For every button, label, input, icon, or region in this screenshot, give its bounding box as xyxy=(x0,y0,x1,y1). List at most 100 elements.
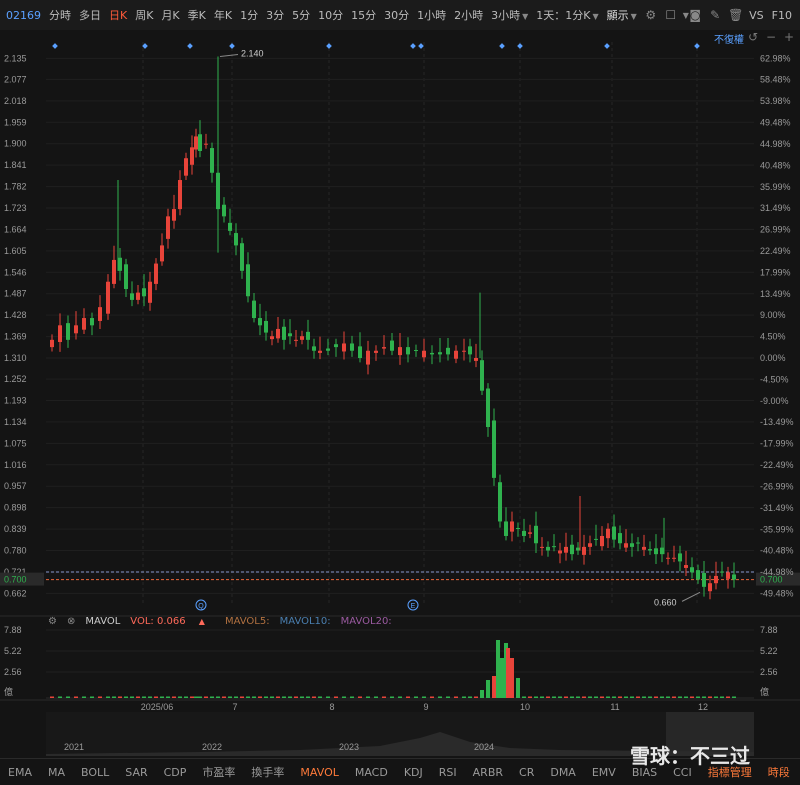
volume-bar xyxy=(462,696,466,698)
candle-body xyxy=(118,257,122,271)
tab-turnover[interactable]: 換手率 xyxy=(243,764,292,780)
tab-dma[interactable]: DMA xyxy=(542,766,584,779)
tab-macd[interactable]: MACD xyxy=(347,766,396,779)
display-dropdown[interactable]: 顯示 ▼ xyxy=(603,7,641,23)
symbol-code[interactable]: 02169 xyxy=(0,9,45,22)
period-tab-weekly[interactable]: 周K xyxy=(131,7,157,23)
price-tick-label: 0.839 xyxy=(4,524,27,534)
tab-ema[interactable]: EMA xyxy=(0,766,40,779)
period-tab-yearly[interactable]: 年K xyxy=(210,7,236,23)
settings-icon[interactable]: ⚙ xyxy=(48,616,57,627)
volume-bar xyxy=(112,696,116,698)
adjust-toggle[interactable]: 不復權 xyxy=(714,31,744,46)
period-tab-30min[interactable]: 30分 xyxy=(380,7,413,23)
close-icon[interactable]: ⊗ xyxy=(67,616,75,627)
volume-bar xyxy=(474,696,478,698)
tab-rsi[interactable]: RSI xyxy=(431,766,465,779)
volume-bar xyxy=(446,696,450,698)
chart-controls: ↺ − + xyxy=(748,30,794,44)
volume-bar xyxy=(612,696,616,698)
candle-body xyxy=(474,358,478,361)
candle-body xyxy=(326,348,330,351)
volume-bar xyxy=(228,696,232,698)
period-tab-15min[interactable]: 15分 xyxy=(347,7,380,23)
volume-tick-label: 5.22 xyxy=(4,646,22,656)
tab-cdp[interactable]: CDP xyxy=(156,766,195,779)
volume-bar xyxy=(438,696,442,698)
volume-bar xyxy=(246,696,250,698)
volume-title[interactable]: MAVOL xyxy=(85,616,120,627)
volume-bar xyxy=(496,640,500,698)
period-dropdown-label: 1天：1分K xyxy=(536,9,591,22)
period-tab-5min[interactable]: 5分 xyxy=(288,7,314,23)
trash-icon[interactable]: 🗑 xyxy=(728,8,743,22)
camera-icon[interactable]: ◙ xyxy=(688,8,702,22)
volume-bar xyxy=(74,696,78,698)
kline-chart[interactable]: 2.135 2.077 2.018 1.959 1.900 1.841 1.782 1.723… xyxy=(0,30,800,760)
plus-icon[interactable]: + xyxy=(784,30,794,44)
display-label: 顯示 xyxy=(606,9,629,22)
percent-tick-label: 35.99% xyxy=(760,182,791,192)
volume-bar xyxy=(422,696,426,698)
volume-bar xyxy=(714,696,718,698)
price-tick-label: 2.018 xyxy=(4,96,27,106)
volume-bar xyxy=(624,696,628,698)
volume-bar xyxy=(528,696,532,698)
current-price-label: 0.700 xyxy=(4,575,27,585)
minus-icon[interactable]: − xyxy=(766,30,776,44)
tab-cr[interactable]: CR xyxy=(511,766,542,779)
overview-year-label: 2024 xyxy=(474,742,494,752)
f10-button[interactable]: F10 xyxy=(768,9,796,22)
overview-year-label: 2021 xyxy=(64,742,84,752)
period-tab-3min[interactable]: 3分 xyxy=(262,7,288,23)
candle-body xyxy=(726,572,730,579)
candle-body xyxy=(264,320,268,333)
period-tab-2hour[interactable]: 2小時 xyxy=(450,7,487,23)
tab-emv[interactable]: EMV xyxy=(584,766,624,779)
candle-body xyxy=(258,318,262,326)
vs-button[interactable]: VS xyxy=(745,9,768,22)
period-tab-quarterly[interactable]: 季K xyxy=(184,7,210,23)
price-tick-label: 1.782 xyxy=(4,182,27,192)
candle-body xyxy=(510,521,514,532)
period-tab-1hour[interactable]: 1小時 xyxy=(413,7,450,23)
period-tab-1min[interactable]: 1分 xyxy=(236,7,262,23)
candle-body xyxy=(498,482,502,522)
period-tab-multiday[interactable]: 多日 xyxy=(75,7,105,23)
tab-session[interactable]: 時段 xyxy=(760,764,798,780)
period-tab-3hour[interactable]: 3小時 ▼ xyxy=(487,7,532,23)
price-tick-label: 1.016 xyxy=(4,460,27,470)
volume-bar xyxy=(642,696,646,698)
price-tick-label: 1.310 xyxy=(4,353,27,363)
tab-kdj[interactable]: KDJ xyxy=(396,766,431,779)
volume-bar xyxy=(454,696,458,698)
period-dropdown[interactable]: 1天：1分K ▼ xyxy=(532,7,602,23)
tab-ma[interactable]: MA xyxy=(40,766,73,779)
candle-body xyxy=(142,288,146,297)
period-tab-timeshare[interactable]: 分時 xyxy=(45,7,75,23)
tab-pe[interactable]: 市盈率 xyxy=(194,764,243,780)
tab-mavol[interactable]: MAVOL xyxy=(292,766,346,779)
percent-tick-label: 22.49% xyxy=(760,246,791,256)
pen-icon[interactable]: ✎ xyxy=(708,8,722,22)
checkbox-icon[interactable]: ☐ xyxy=(664,8,678,22)
settings-icon[interactable]: ⚙ xyxy=(644,8,658,22)
period-label-3hour: 3小時 xyxy=(491,9,521,22)
volume-bar xyxy=(522,696,526,698)
volume-bar xyxy=(618,696,622,698)
tab-boll[interactable]: BOLL xyxy=(73,766,117,779)
candle-body xyxy=(58,325,62,343)
tab-sar[interactable]: SAR xyxy=(117,766,155,779)
candle-body xyxy=(184,158,188,176)
volume-bar xyxy=(390,696,394,698)
period-tab-daily[interactable]: 日K xyxy=(105,7,131,23)
candle-body xyxy=(406,347,410,355)
chevron-down-icon: ▼ xyxy=(592,12,599,21)
tab-arbr[interactable]: ARBR xyxy=(465,766,511,779)
period-tab-monthly[interactable]: 月K xyxy=(157,7,183,23)
candle-body xyxy=(106,281,110,314)
price-tick-label: 1.900 xyxy=(4,139,27,149)
period-tab-10min[interactable]: 10分 xyxy=(314,7,347,23)
undo-icon[interactable]: ↺ xyxy=(748,30,758,44)
candle-body xyxy=(252,300,256,319)
